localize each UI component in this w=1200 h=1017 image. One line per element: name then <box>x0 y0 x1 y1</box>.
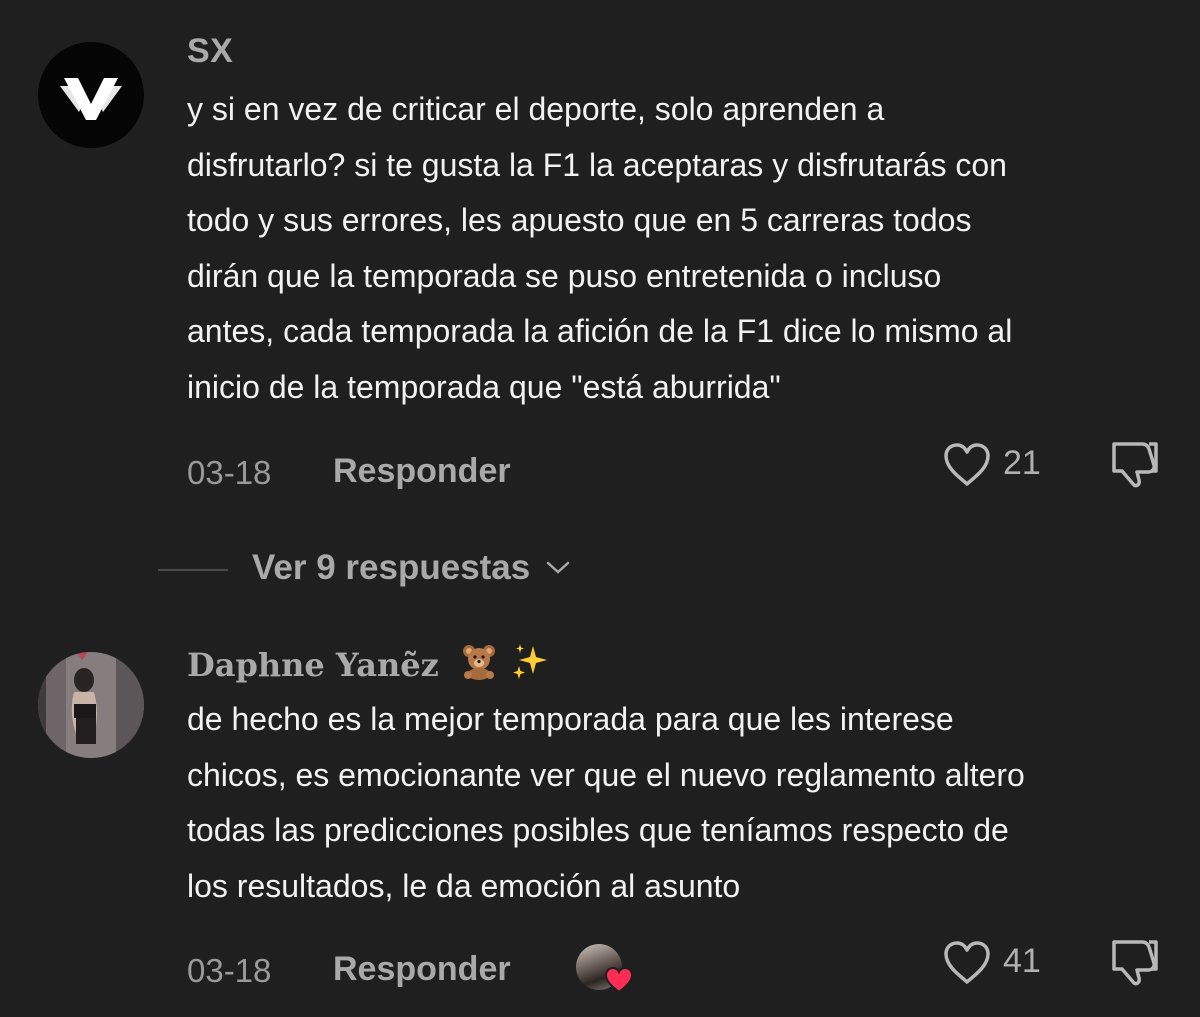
like-button[interactable] <box>942 442 992 488</box>
comment-text-line: disfrutarlo? si te gusta la F1 la acepta… <box>187 146 1007 183</box>
comment-text-line: todas las predicciones posibles que tení… <box>187 812 1009 848</box>
heart-outline-icon <box>944 941 990 984</box>
view-replies-button[interactable]: Ver 9 respuestas <box>252 548 570 588</box>
divider <box>158 569 228 571</box>
comment-username[interactable]: SX <box>187 32 233 71</box>
like-count: 21 <box>1003 444 1041 482</box>
comment-date: 03-18 <box>187 454 272 491</box>
comment-text: y si en vez de criticar el deporte, solo… <box>187 82 1177 415</box>
like-button[interactable] <box>942 940 992 986</box>
comment-text-line: inicio de la temporada que "está aburrid… <box>187 368 781 405</box>
comment-text-line: dirán que la temporada se puso entreteni… <box>187 257 942 294</box>
comment-text-line: antes, cada temporada la afición de la F… <box>187 313 1013 349</box>
dislike-button[interactable] <box>1108 438 1162 490</box>
thumbs-down-icon <box>1112 940 1158 986</box>
teddy-bear-icon <box>462 645 495 680</box>
comment-username[interactable]: Daphne Yanẽz <box>187 642 551 684</box>
sparkles-icon <box>513 644 548 679</box>
liked-by-creator-badge <box>576 944 638 996</box>
thumbs-down-icon <box>1112 442 1158 488</box>
user-avatar[interactable] <box>38 652 144 758</box>
user-avatar[interactable] <box>38 42 144 148</box>
winged-v-logo-icon <box>60 78 122 120</box>
comment-username-text: Daphne Yanẽz <box>187 646 439 684</box>
profile-photo <box>38 652 144 758</box>
comment-text-line: todo y sus errores, les apuesto que en 5… <box>187 202 972 238</box>
reply-button[interactable]: Responder <box>333 950 511 989</box>
like-count: 41 <box>1003 942 1041 980</box>
heart-badge-icon <box>604 966 634 994</box>
comment-text-line: de hecho es la mejor temporada para que … <box>187 701 954 737</box>
dislike-button[interactable] <box>1108 936 1162 988</box>
chevron-down-icon <box>546 561 570 574</box>
comment-text-line: chicos, es emocionante ver que el nuevo … <box>187 756 1025 793</box>
comment-text: de hecho es la mejor temporada para que … <box>187 692 1177 914</box>
comment-text-line: los resultados, le da emoción al asunto <box>187 867 741 904</box>
view-replies-label: Ver 9 respuestas <box>252 548 531 587</box>
view-replies-row: Ver 9 respuestas <box>0 540 1200 600</box>
heart-outline-icon <box>944 443 990 486</box>
comment-text-line: y si en vez de criticar el deporte, solo… <box>187 91 885 127</box>
comment-date: 03-18 <box>187 952 272 989</box>
reply-button[interactable]: Responder <box>333 452 511 491</box>
